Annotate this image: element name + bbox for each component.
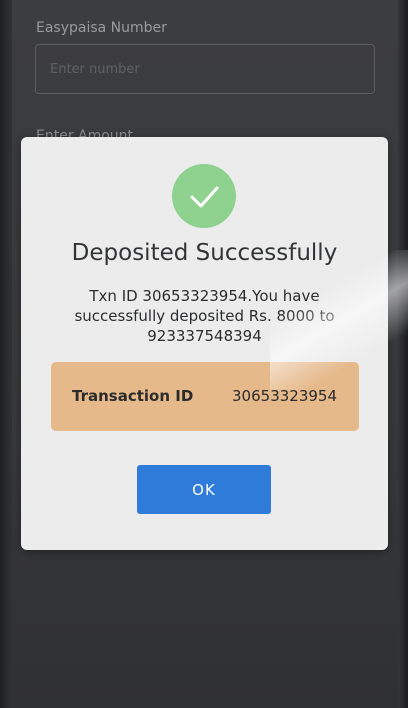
transaction-id-box: Transaction ID 30653323954 [51,362,359,431]
device-edge-right [398,0,408,708]
device-edge-left [0,0,12,708]
easypaisa-number-placeholder: Enter number [50,62,140,77]
app-screen: Easypaisa Number Enter number Enter Amou… [0,0,408,708]
message-line-2: successfully deposited Rs. 8000 to [74,307,335,325]
check-icon [172,164,236,228]
message-line-1: Txn ID 30653323954.You have [89,287,320,305]
message-line-3: 923337548394 [147,327,262,345]
easypaisa-number-input[interactable]: Enter number [35,44,375,94]
success-dialog: Deposited Successfully Txn ID 3065332395… [21,137,388,550]
transaction-id-label: Transaction ID [72,387,194,405]
easypaisa-number-label: Easypaisa Number [36,20,167,36]
dialog-message: Txn ID 30653323954.You have successfully… [61,286,348,346]
dialog-title: Deposited Successfully [71,240,338,266]
ok-button[interactable]: OK [137,465,271,514]
transaction-id-value: 30653323954 [232,387,337,405]
